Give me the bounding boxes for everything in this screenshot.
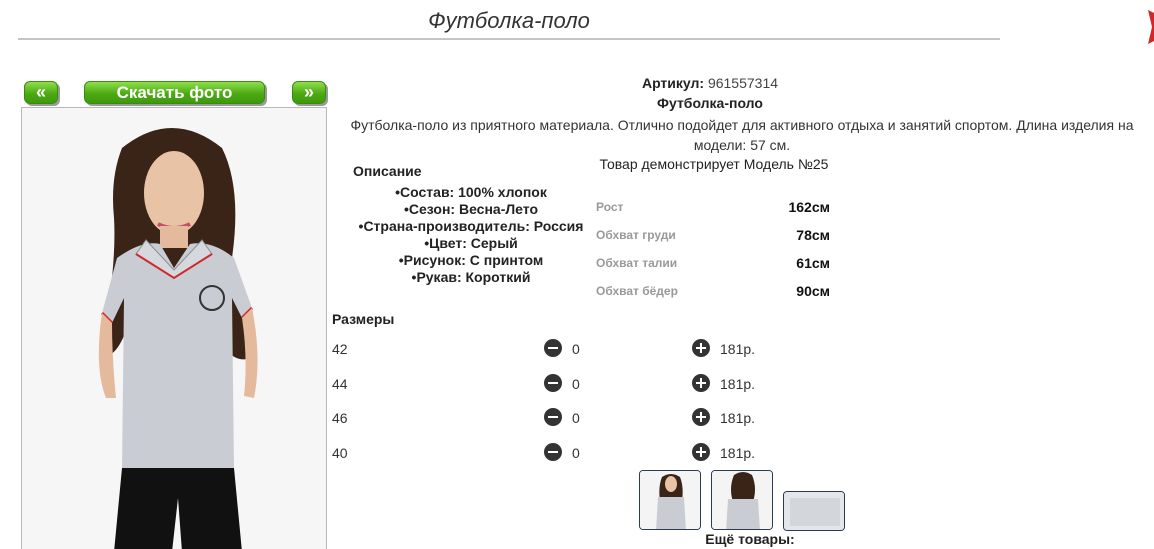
size-price: 181р. [720,445,756,461]
size-row: 46 0 181р. [332,408,792,428]
decrease-quantity-icon[interactable] [544,374,562,392]
decrease-quantity-icon[interactable] [544,339,562,357]
model-note: Товар демонстрирует Модель №25 [599,156,829,172]
quantity-value: 0 [572,376,580,392]
size-row: 40 0 181р. [332,443,792,463]
red-ribbon-icon [1148,10,1154,44]
quantity-value: 0 [572,341,580,357]
photo-thumbnail-front[interactable] [639,470,701,530]
measurement-label-height: Рост [596,200,624,214]
measurement-label-waist: Обхват талии [596,256,678,270]
measurement-value-waist: 61см [796,255,830,271]
size-label: 42 [332,341,348,357]
quantity-value: 0 [572,410,580,426]
measurement-label-chest: Обхват груди [596,228,676,242]
size-row: 44 0 181р. [332,374,792,394]
size-label: 44 [332,376,348,392]
size-label: 46 [332,410,348,426]
title-divider [18,38,1000,40]
attribute-item: Рукав: Короткий [340,269,602,286]
product-description: Футболка-поло из приятного материала. От… [350,117,1134,153]
size-price: 181р. [720,410,756,426]
attribute-item: Рисунок: С принтом [340,252,602,269]
increase-quantity-icon[interactable] [692,339,710,357]
page-title: Футболка-поло [428,8,590,33]
size-price: 181р. [720,376,756,392]
main-product-photo [21,107,327,549]
attributes-list: Состав: 100% хлопок Сезон: Весна-Лето Ст… [340,184,602,286]
measurement-value-hips: 90см [796,283,830,299]
product-name: Футболка-поло [657,95,763,111]
size-label: 40 [332,445,348,461]
article-number: 961557314 [707,75,779,91]
decrease-quantity-icon[interactable] [544,443,562,461]
article-line: Артикул: 961557314 [560,75,860,91]
measurement-value-chest: 78см [796,227,830,243]
attribute-item: Состав: 100% хлопок [340,184,602,201]
size-row: 42 0 181р. [332,339,792,359]
increase-quantity-icon[interactable] [692,408,710,426]
next-photo-button[interactable]: » [292,81,326,104]
photo-thumbnail-detail[interactable] [783,491,845,531]
article-label: Артикул: [641,75,705,91]
download-photo-button[interactable]: Скачать фото [84,81,265,104]
increase-quantity-icon[interactable] [692,374,710,392]
photo-thumbnail-back[interactable] [711,470,773,530]
prev-photo-button[interactable]: « [24,81,58,104]
description-heading: Описание [353,163,422,179]
increase-quantity-icon[interactable] [692,443,710,461]
attribute-item: Цвет: Серый [340,235,602,252]
size-price: 181р. [720,341,756,357]
sizes-heading: Размеры [332,311,395,327]
attribute-item: Страна-производитель: Россия [340,218,602,235]
decrease-quantity-icon[interactable] [544,408,562,426]
more-products-heading: Ещё товары: [705,531,795,547]
measurement-value-height: 162см [788,199,830,215]
quantity-value: 0 [572,445,580,461]
attribute-item: Сезон: Весна-Лето [340,201,602,218]
measurement-label-hips: Обхват бёдер [596,284,678,298]
